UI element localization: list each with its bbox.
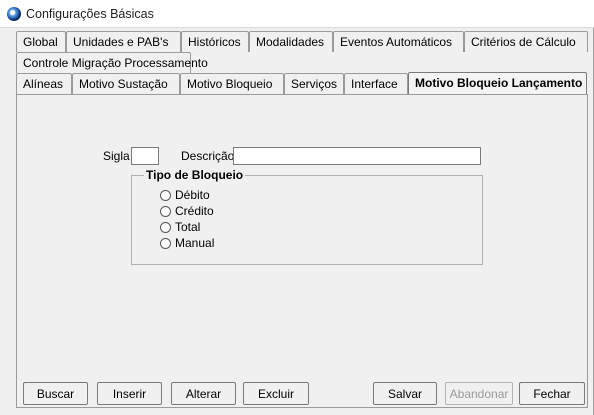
title-bar: Configurações Básicas [0, 0, 594, 28]
tab-global[interactable]: Global [16, 31, 66, 52]
inserir-button[interactable]: Inserir [97, 382, 162, 405]
salvar-button[interactable]: Salvar [373, 382, 437, 405]
radio-total[interactable]: Total [160, 220, 200, 234]
tab-motivo-sustacao[interactable]: Motivo Sustação [72, 73, 180, 94]
excluir-button[interactable]: Excluir [243, 382, 309, 405]
tab-motivo-bloqueio-lancamento[interactable]: Motivo Bloqueio Lançamento [408, 72, 587, 94]
tab-servicos[interactable]: Serviços [284, 73, 344, 94]
tab-unidades-pabs[interactable]: Unidades e PAB's [66, 31, 181, 52]
radio-debito-label: Débito [175, 188, 210, 202]
descricao-input[interactable] [233, 147, 481, 165]
radio-debito[interactable]: Débito [160, 188, 210, 202]
tab-alineas[interactable]: Alíneas [16, 73, 72, 94]
fechar-button[interactable]: Fechar [519, 382, 585, 405]
tab-controle-migracao[interactable]: Controle Migração Processamento [16, 52, 208, 73]
tab-criterios-calculo[interactable]: Critérios de Cálculo [464, 31, 588, 52]
tipo-bloqueio-title: Tipo de Bloqueio [144, 168, 246, 182]
radio-manual-label: Manual [175, 236, 215, 250]
tipo-bloqueio-group: Tipo de Bloqueio Débito Crédito Total Ma… [131, 168, 483, 265]
radio-circle-icon[interactable] [160, 237, 171, 249]
tab-interface[interactable]: Interface [344, 73, 408, 94]
window-title: Configurações Básicas [26, 7, 154, 21]
radio-circle-icon[interactable] [160, 221, 171, 233]
buscar-button[interactable]: Buscar [23, 382, 88, 405]
radio-credito-label: Crédito [175, 204, 214, 218]
tab-historicos[interactable]: Históricos [181, 31, 249, 52]
radio-circle-icon[interactable] [160, 205, 171, 217]
sigla-label: Sigla [103, 149, 130, 163]
descricao-label: Descrição [181, 149, 235, 163]
alterar-button[interactable]: Alterar [171, 382, 236, 405]
tab-panel: Sigla Descrição Tipo de Bloqueio Débito … [16, 94, 588, 408]
tab-motivo-bloqueio[interactable]: Motivo Bloqueio [180, 73, 284, 94]
tab-modalidades[interactable]: Modalidades [249, 31, 333, 52]
app-icon [7, 7, 21, 21]
radio-manual[interactable]: Manual [160, 236, 214, 250]
sigla-input[interactable] [131, 147, 159, 165]
main-window: Configurações Básicas Global Unidades e … [0, 0, 594, 415]
radio-total-label: Total [175, 220, 201, 234]
abandonar-button[interactable]: Abandonar [445, 382, 513, 405]
radio-credito[interactable]: Crédito [160, 204, 214, 218]
radio-circle-icon[interactable] [160, 189, 171, 201]
tab-eventos-automaticos[interactable]: Eventos Automáticos [333, 31, 464, 52]
